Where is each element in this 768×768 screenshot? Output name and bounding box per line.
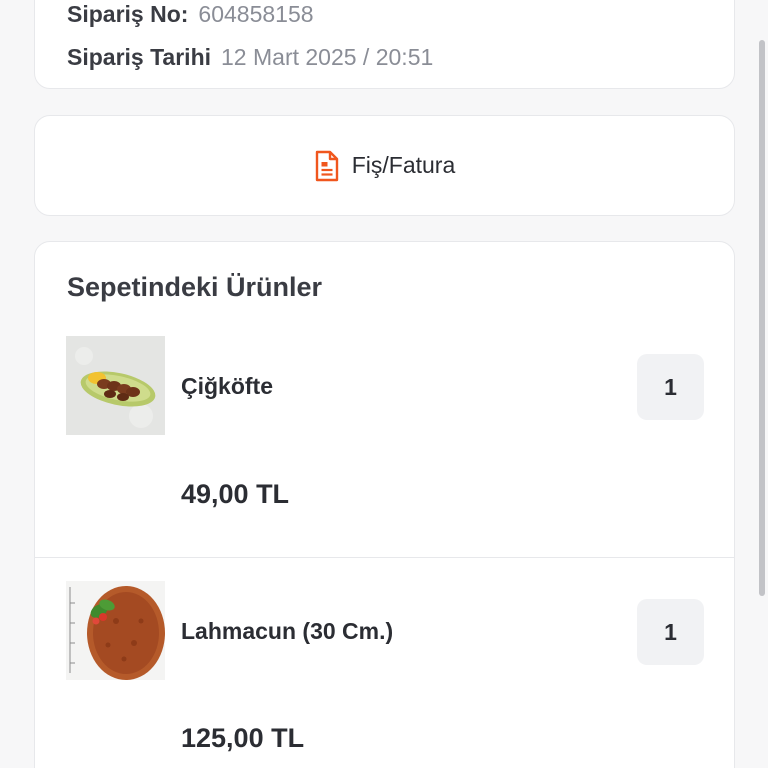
lahmacun-image	[66, 581, 165, 680]
receipt-icon	[315, 150, 338, 181]
scrollbar-thumb[interactable]	[759, 40, 765, 596]
receipt-button[interactable]: Fiş/Fatura	[35, 116, 734, 215]
cart-section-title: Sepetindeki Ürünler	[67, 272, 323, 302]
cart-card: Sepetindeki Ürünler Çiğköfte 1 49,00 TL …	[34, 241, 735, 768]
cart-item[interactable]: Lahmacun (30 Cm.) 1 125,00 TL	[35, 557, 735, 768]
quantity-badge: 1	[637, 599, 704, 665]
cart-item-name: Lahmacun (30 Cm.)	[181, 618, 394, 644]
cart-item-price: 49,00 TL	[181, 479, 290, 509]
order-number-row: Sipariş No: 604858158	[67, 1, 314, 28]
cart-item-price: 125,00 TL	[181, 723, 305, 753]
order-date-row: Sipariş Tarihi 12 Mart 2025 / 20:51	[67, 44, 433, 71]
order-number-label: Sipariş No:	[67, 1, 189, 27]
quantity-badge: 1	[637, 354, 704, 420]
scrollbar[interactable]	[756, 0, 768, 768]
order-detail-page: Sipariş No: 604858158 Sipariş Tarihi 12 Ma…	[0, 0, 768, 768]
cigkofte-image	[66, 336, 165, 435]
receipt-card: Fiş/Fatura	[34, 115, 735, 216]
order-number-value: 604858158	[198, 1, 314, 27]
order-date-label: Sipariş Tarihi	[67, 44, 212, 70]
receipt-label: Fiş/Fatura	[351, 152, 456, 178]
order-info-card: Sipariş No: 604858158 Sipariş Tarihi 12 Ma…	[34, 0, 735, 89]
cart-item[interactable]: Çiğköfte 1 49,00 TL	[35, 336, 735, 556]
cart-item-name: Çiğköfte	[181, 373, 273, 399]
order-date-value: 12 Mart 2025 / 20:51	[221, 44, 434, 70]
